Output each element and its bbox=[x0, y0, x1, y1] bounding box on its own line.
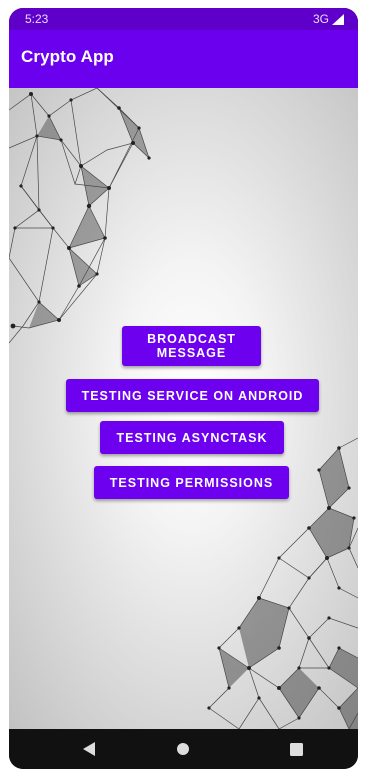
testing-asynctask-button[interactable]: TESTING ASYNCTASK bbox=[100, 421, 284, 454]
phone-screen: 5:23 3G Crypto App BROADCAST MESSAGE TES… bbox=[9, 8, 358, 769]
testing-permissions-button[interactable]: TESTING PERMISSIONS bbox=[94, 466, 289, 499]
app-bar: Crypto App bbox=[9, 30, 358, 88]
app-title: Crypto App bbox=[21, 47, 114, 66]
status-indicators: 3G bbox=[313, 12, 344, 26]
status-bar: 5:23 3G bbox=[9, 8, 358, 30]
home-icon[interactable] bbox=[173, 739, 193, 759]
device-frame: 5:23 3G Crypto App BROADCAST MESSAGE TES… bbox=[0, 0, 368, 769]
back-icon[interactable] bbox=[79, 739, 99, 759]
signal-icon bbox=[332, 13, 344, 25]
status-time: 5:23 bbox=[25, 12, 49, 26]
recents-icon[interactable] bbox=[286, 739, 306, 759]
testing-service-button[interactable]: TESTING SERVICE ON ANDROID bbox=[66, 379, 319, 412]
navigation-bar bbox=[9, 729, 358, 769]
broadcast-message-button[interactable]: BROADCAST MESSAGE bbox=[122, 326, 261, 366]
main-content: BROADCAST MESSAGE TESTING SERVICE ON AND… bbox=[9, 88, 358, 729]
network-type: 3G bbox=[312, 12, 329, 26]
